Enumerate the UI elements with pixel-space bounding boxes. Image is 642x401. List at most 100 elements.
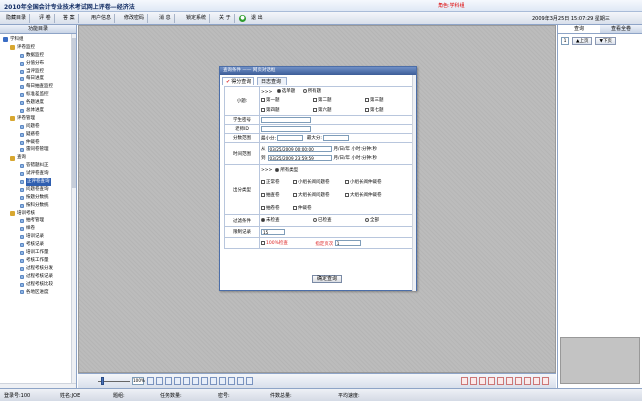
menu-user-info[interactable]: 用户信息 xyxy=(88,14,116,23)
menu-lock-system[interactable]: 锁定系统 xyxy=(183,14,211,23)
tree-item[interactable]: 问题卷查询 xyxy=(1,186,75,194)
zoom-out-icon[interactable] xyxy=(156,377,163,385)
tree-item[interactable]: 当评监控 xyxy=(1,68,75,76)
fit-width-icon[interactable] xyxy=(165,377,172,385)
menu-about[interactable]: 关 于 xyxy=(216,14,235,23)
half-tick-icon[interactable] xyxy=(479,377,486,385)
checkbox-question-4[interactable]: 第四题 xyxy=(261,107,313,113)
color-icon[interactable] xyxy=(219,377,226,385)
checkbox-full-check[interactable]: 100%检查 xyxy=(261,240,288,246)
tree-item[interactable]: 各地区进度 xyxy=(1,289,75,297)
tree-item[interactable]: 样卷 xyxy=(1,225,75,233)
radio-all-questions[interactable]: 所有题 xyxy=(302,88,321,94)
tree-item[interactable]: 标准差监控 xyxy=(1,91,75,99)
cross-icon[interactable] xyxy=(488,377,495,385)
zoom-slider-handle[interactable] xyxy=(101,377,104,385)
tick-icon[interactable] xyxy=(470,377,477,385)
contrast-icon[interactable] xyxy=(228,377,235,385)
underline-icon[interactable] xyxy=(506,377,513,385)
tree-item[interactable]: 分值分布 xyxy=(1,60,75,68)
checkbox-chief-arbitration[interactable]: 大组长阅仲裁卷 xyxy=(345,192,382,198)
radio-all[interactable]: 全部 xyxy=(365,217,379,223)
refresh-icon[interactable] xyxy=(246,377,253,385)
exit-button[interactable]: 退 出 xyxy=(248,14,266,23)
radio-checked[interactable]: 已检查 xyxy=(313,217,365,223)
checkbox-spot-check[interactable]: 抽查卷 xyxy=(261,192,293,198)
radio-single-question[interactable]: 选单题 xyxy=(276,88,295,94)
checkbox-chief-problem[interactable]: 大组长阅问题卷 xyxy=(293,192,345,198)
tree-item[interactable]: 培训考核 xyxy=(1,210,75,218)
tree-item[interactable]: 按科分数统 xyxy=(1,202,75,210)
paper-thumbnail[interactable] xyxy=(560,337,640,384)
tree-item[interactable]: 每日进度 xyxy=(1,75,75,83)
checkbox-group-leader-problem[interactable]: 小组长阅问题卷 xyxy=(293,179,345,185)
checkbox-sample-paper[interactable]: 抽卷卷 xyxy=(261,205,293,211)
confirm-query-button[interactable]: 确定查询 xyxy=(312,275,342,283)
menu-change-password[interactable]: 修改密码 xyxy=(121,14,149,23)
tree-item[interactable]: 答错题纠正 xyxy=(1,162,75,170)
time-from-input[interactable]: 03/25/2009 00:00:00 xyxy=(267,146,332,152)
checkbox-group-leader-arbitration[interactable]: 小组长阅仲裁卷 xyxy=(345,179,382,185)
rotate-right-icon[interactable] xyxy=(201,377,208,385)
tree-item[interactable]: 疑惑卷 xyxy=(1,131,75,139)
checkbox-question-3[interactable]: 第三题 xyxy=(365,97,384,103)
teacher-id-input[interactable] xyxy=(261,125,311,132)
tree-item[interactable]: 培训工作量 xyxy=(1,249,75,257)
tree-item[interactable]: 雷同卷管理 xyxy=(1,146,75,154)
tree-item[interactable]: 查询 xyxy=(1,154,75,162)
actual-size-icon[interactable] xyxy=(183,377,190,385)
tree-item[interactable]: 仲裁卷 xyxy=(1,139,75,147)
exit-icon[interactable]: ● xyxy=(239,15,246,22)
pen-icon[interactable] xyxy=(524,377,531,385)
tree-item[interactable]: 考核工作量 xyxy=(1,257,75,265)
dialog-scrollbar[interactable] xyxy=(412,75,416,291)
limit-input[interactable]: 15 xyxy=(261,228,285,235)
tab-query[interactable]: 查询 xyxy=(558,25,600,33)
checkbox-question-2[interactable]: 第二题 xyxy=(313,97,365,103)
zoom-input[interactable]: 100% xyxy=(132,377,145,385)
tree-item[interactable]: 试评卷查询 xyxy=(1,170,75,178)
menu-messages[interactable]: 消 息 xyxy=(156,14,175,23)
tree-item[interactable]: 数据监控 xyxy=(1,52,75,60)
tree-item[interactable]: 按题分数统 xyxy=(1,194,75,202)
checkbox-question-6[interactable]: 第六题 xyxy=(313,107,365,113)
page-number-input[interactable]: 1 xyxy=(561,37,569,45)
rotate-left-icon[interactable] xyxy=(192,377,199,385)
tree-item[interactable]: 总体进度 xyxy=(1,107,75,115)
tree-item[interactable]: 考核记录 xyxy=(1,241,75,249)
tab-view-full-paper[interactable]: 查看全卷 xyxy=(600,25,642,33)
wave-icon[interactable] xyxy=(515,377,522,385)
tree-scrollbar[interactable] xyxy=(71,34,76,386)
grid-icon[interactable] xyxy=(210,377,217,385)
max-score-input[interactable] xyxy=(323,134,350,141)
time-to-input[interactable]: 03/25/2009 23:59:59 xyxy=(267,155,332,161)
tree-item[interactable]: 抽考管理 xyxy=(1,217,75,225)
eraser-icon[interactable] xyxy=(533,377,540,385)
min-score-input[interactable] xyxy=(277,134,304,141)
checkbox-normal-paper[interactable]: 正常卷 xyxy=(261,179,293,185)
undo-icon[interactable] xyxy=(461,377,468,385)
checkbox-question-7[interactable]: 第七题 xyxy=(365,107,384,113)
menu-answers[interactable]: 答 案 xyxy=(60,14,79,23)
tree-item[interactable]: 评卷管理 xyxy=(1,115,75,123)
clear-icon[interactable] xyxy=(542,377,549,385)
fit-height-icon[interactable] xyxy=(174,377,181,385)
menu-grading[interactable]: 评 卷 xyxy=(36,14,55,23)
tree-item[interactable]: 过程考核比较 xyxy=(1,281,75,289)
tab-score-query[interactable]: ✔得分查询 xyxy=(222,77,254,85)
tree-item[interactable]: 过程考核记录 xyxy=(1,273,75,281)
zoom-in-icon[interactable] xyxy=(147,377,154,385)
tree-item[interactable]: 培训记录 xyxy=(1,233,75,241)
radio-all-types[interactable]: 所有类型 xyxy=(275,167,298,173)
tab-log-query[interactable]: 日志查询 xyxy=(257,77,287,85)
tree-item[interactable]: 过程考核分发 xyxy=(1,265,75,273)
invert-icon[interactable] xyxy=(237,377,244,385)
circle-icon[interactable] xyxy=(497,377,504,385)
student-no-input[interactable] xyxy=(261,116,311,123)
tree-item[interactable]: 评卷监控 xyxy=(1,44,75,52)
tree-item[interactable]: 正评卷查询 xyxy=(1,178,75,186)
prev-page-button[interactable]: ▲上页 xyxy=(572,37,593,45)
tree-item[interactable]: 每日抽查监控 xyxy=(1,83,75,91)
checkbox-arbitration-paper[interactable]: 仲裁卷 xyxy=(293,205,312,211)
next-page-button[interactable]: ▼下页 xyxy=(595,37,616,45)
